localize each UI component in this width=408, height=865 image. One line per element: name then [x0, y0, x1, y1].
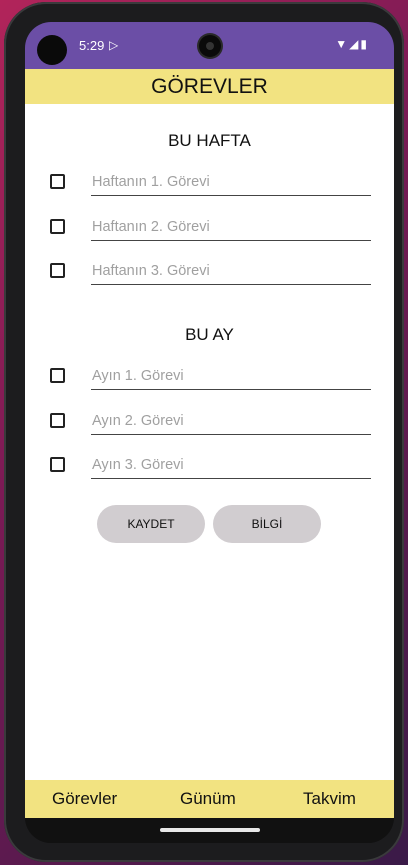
gesture-area — [25, 818, 394, 843]
home-gesture-handle[interactable] — [160, 828, 260, 832]
device-frame: 5:29 ▷ ▼◢▮ GÖREVLER BU HAFTA Haftanın 1.… — [4, 2, 404, 862]
monthly-task-1-placeholder: Ayın 1. Görevi — [92, 368, 184, 384]
front-camera — [37, 35, 67, 65]
monthly-task-1-input[interactable]: Ayın 1. Görevi — [91, 360, 371, 390]
weekly-task-row: Haftanın 3. Görevi — [25, 255, 394, 285]
monthly-task-row: Ayın 2. Görevi — [25, 405, 394, 435]
camera-cutout — [199, 35, 221, 57]
nav-item-gunum[interactable]: Günüm — [180, 789, 236, 809]
weekly-section-title: BU HAFTA — [168, 131, 251, 150]
battery-icon: ▮ — [360, 37, 369, 51]
weekly-task-2-input[interactable]: Haftanın 2. Görevi — [91, 211, 371, 241]
monthly-task-3-input[interactable]: Ayın 3. Görevi — [91, 449, 371, 479]
wifi-icon: ▼ — [335, 37, 350, 51]
info-button[interactable]: BİLGİ — [213, 505, 321, 543]
weekly-task-3-input[interactable]: Haftanın 3. Görevi — [91, 255, 371, 285]
signal-icon: ◢ — [349, 37, 361, 51]
save-button[interactable]: KAYDET — [97, 505, 205, 543]
nav-item-gorevler[interactable]: Görevler — [52, 789, 117, 809]
weekly-task-row: Haftanın 1. Görevi — [25, 166, 394, 196]
bottom-navigation: Görevler Günüm Takvim — [25, 780, 394, 818]
weekly-task-1-placeholder: Haftanın 1. Görevi — [92, 174, 210, 190]
monthly-task-2-checkbox[interactable] — [50, 413, 65, 428]
screen: 5:29 ▷ ▼◢▮ GÖREVLER BU HAFTA Haftanın 1.… — [25, 22, 394, 843]
weekly-task-row: Haftanın 2. Görevi — [25, 211, 394, 241]
page-title: GÖREVLER — [151, 75, 268, 98]
status-time: 5:29 — [79, 38, 105, 53]
monthly-task-2-input[interactable]: Ayın 2. Görevi — [91, 405, 371, 435]
weekly-task-1-checkbox[interactable] — [50, 174, 65, 189]
monthly-section-title: BU AY — [185, 325, 234, 344]
monthly-task-3-checkbox[interactable] — [50, 457, 65, 472]
weekly-task-2-checkbox[interactable] — [50, 219, 65, 234]
weekly-task-3-placeholder: Haftanın 3. Görevi — [92, 263, 210, 279]
nav-item-takvim[interactable]: Takvim — [303, 789, 356, 809]
monthly-task-3-placeholder: Ayın 3. Görevi — [92, 457, 184, 473]
monthly-task-row: Ayın 1. Görevi — [25, 360, 394, 390]
monthly-task-2-placeholder: Ayın 2. Görevi — [92, 413, 184, 429]
system-icons: ▼◢▮ — [335, 37, 369, 51]
monthly-task-row: Ayın 3. Görevi — [25, 449, 394, 479]
status-bar: 5:29 ▷ ▼◢▮ — [25, 22, 394, 69]
weekly-task-3-checkbox[interactable] — [50, 263, 65, 278]
play-protect-icon: ▷ — [109, 38, 119, 52]
weekly-task-1-input[interactable]: Haftanın 1. Görevi — [91, 166, 371, 196]
weekly-task-2-placeholder: Haftanın 2. Görevi — [92, 219, 210, 235]
app-bar: GÖREVLER — [25, 69, 394, 104]
task-content: BU HAFTA Haftanın 1. Görevi Haftanın 2. … — [25, 104, 394, 780]
monthly-task-1-checkbox[interactable] — [50, 368, 65, 383]
